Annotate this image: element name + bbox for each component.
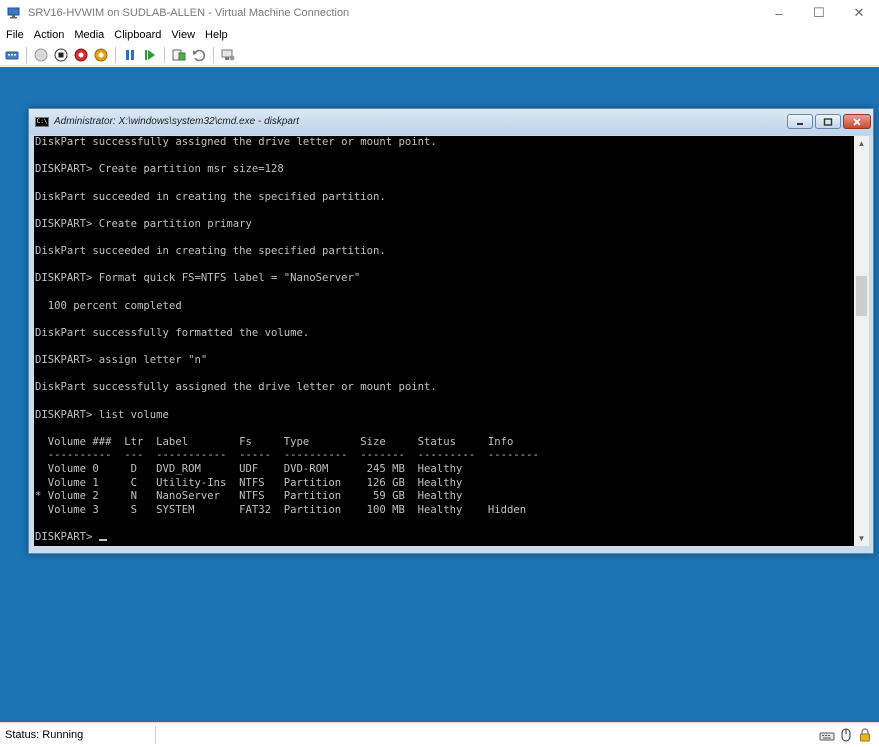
toolbar-separator <box>213 46 214 63</box>
status-bar: Status: Running <box>0 722 879 747</box>
mouse-lock-icon[interactable] <box>838 727 854 743</box>
enhanced-session-icon[interactable] <box>220 47 236 63</box>
text-cursor <box>98 539 107 542</box>
cmd-close-button[interactable] <box>843 114 871 129</box>
volume-table-row: Volume 0 D DVD_ROM UDF DVD-ROM 245 MB He… <box>35 463 463 475</box>
console-line: DISKPART> assign letter "n" <box>35 354 208 366</box>
toolbar-separator <box>26 46 27 63</box>
cmd-app-icon: C:\ <box>35 117 49 127</box>
console-line: DiskPart succeeded in creating the speci… <box>35 190 386 203</box>
volume-table-row: * Volume 2 N NanoServer NTFS Partition 5… <box>35 490 463 503</box>
vm-desktop[interactable]: C:\ Administrator: X:\windows\system32\c… <box>0 67 879 722</box>
console-line: DISKPART> list volume <box>35 408 169 421</box>
command-prompt: DISKPART> <box>35 531 99 544</box>
cmd-window: C:\ Administrator: X:\windows\system32\c… <box>28 108 874 554</box>
menu-clipboard[interactable]: Clipboard <box>114 29 161 41</box>
vm-connection-app-icon <box>7 6 21 20</box>
minimize-button[interactable]: – <box>759 0 799 26</box>
ctrl-alt-del-icon[interactable] <box>4 47 20 63</box>
console-line: DISKPART> Create partition msr size=128 <box>35 163 284 176</box>
menu-file[interactable]: File <box>6 29 24 41</box>
console-line: DISKPART> Create partition primary <box>35 217 252 230</box>
console-scrollbar[interactable]: ▲ ▼ <box>854 136 869 546</box>
window-title: SRV16-HVWIM on SUDLAB-ALLEN - Virtual Ma… <box>28 7 350 19</box>
console-line: DiskPart successfully assigned the drive… <box>35 136 437 148</box>
revert-icon[interactable] <box>191 47 207 63</box>
scroll-up-icon[interactable]: ▲ <box>854 136 869 151</box>
volume-table-header: Volume ### Ltr Label Fs Type Size Status… <box>35 435 514 448</box>
scroll-down-icon[interactable]: ▼ <box>854 531 869 546</box>
command-prompt-line[interactable]: DISKPART> <box>35 531 854 545</box>
volume-table-rule: ---------- --- ----------- ----- -------… <box>35 449 539 462</box>
reset-icon[interactable] <box>142 47 158 63</box>
console-output[interactable]: DiskPart successfully assigned the drive… <box>34 136 854 546</box>
menu-bar: File Action Media Clipboard View Help <box>0 26 879 44</box>
console-line: DISKPART> Format quick FS=NTFS label = "… <box>35 272 361 285</box>
host-title-bar: SRV16-HVWIM on SUDLAB-ALLEN - Virtual Ma… <box>0 0 879 26</box>
padlock-icon[interactable] <box>857 727 873 743</box>
keyboard-icon[interactable] <box>819 727 835 743</box>
console-line: DiskPart successfully assigned the drive… <box>35 381 437 394</box>
menu-action[interactable]: Action <box>34 29 65 41</box>
cmd-window-title: Administrator: X:\windows\system32\cmd.e… <box>54 116 300 127</box>
cmd-title-bar[interactable]: C:\ Administrator: X:\windows\system32\c… <box>29 109 873 135</box>
menu-media[interactable]: Media <box>74 29 104 41</box>
checkpoint-icon[interactable] <box>171 47 187 63</box>
volume-table-row: Volume 3 S SYSTEM FAT32 Partition 100 MB… <box>35 503 527 516</box>
save-icon[interactable] <box>93 47 109 63</box>
cmd-minimize-button[interactable] <box>787 114 813 129</box>
close-button[interactable]: ✕ <box>839 0 879 26</box>
volume-table-row: Volume 1 C Utility-Ins NTFS Partition 12… <box>35 476 463 489</box>
shutdown-icon[interactable] <box>73 47 89 63</box>
console-line: DiskPart succeeded in creating the speci… <box>35 245 386 257</box>
console-line: 100 percent completed <box>35 299 182 312</box>
turn-off-icon[interactable] <box>53 47 69 63</box>
toolbar <box>0 44 879 66</box>
menu-view[interactable]: View <box>171 29 195 41</box>
start-icon[interactable] <box>33 47 49 63</box>
status-separator <box>155 726 156 744</box>
toolbar-separator <box>115 46 116 63</box>
console-line: DiskPart successfully formatted the volu… <box>35 326 310 339</box>
vm-status-text: Status: Running <box>5 729 84 741</box>
cmd-maximize-button[interactable] <box>815 114 841 129</box>
menu-help[interactable]: Help <box>205 29 228 41</box>
pause-icon[interactable] <box>122 47 138 63</box>
maximize-button[interactable]: ☐ <box>799 0 839 26</box>
scrollbar-thumb[interactable] <box>856 276 867 316</box>
toolbar-separator <box>164 46 165 63</box>
